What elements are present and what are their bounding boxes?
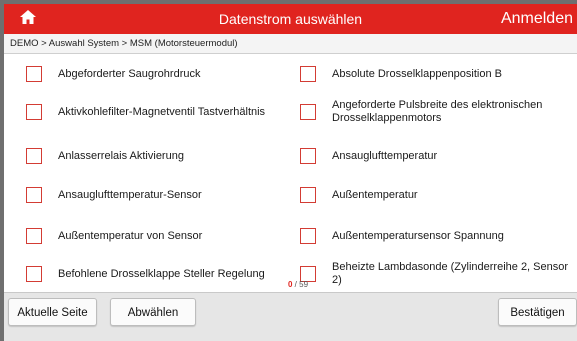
current-page-button[interactable]: Aktuelle Seite [8,298,97,326]
list-item[interactable]: Anlasserrelais Aktivierung [26,139,184,173]
item-label: Außentemperatur [332,188,418,201]
data-stream-list: Abgeforderter Saugrohrdruck Aktivkohlefi… [4,55,577,292]
item-label: Beheizte Lambdasonde (Zylinderreihe 2, S… [332,261,569,286]
list-item[interactable]: Angeforderte Pulsbreite des elektronisch… [300,95,572,129]
selection-counter: 0 / 59 [288,280,308,289]
checkbox[interactable] [26,148,42,164]
login-button[interactable]: Anmelden [501,4,573,34]
checkbox[interactable] [26,187,42,203]
list-item[interactable]: Außentemperatursensor Spannung [300,219,572,253]
item-label: Abgeforderter Saugrohrdruck [58,67,201,80]
deselect-button[interactable]: Abwählen [110,298,196,326]
item-label: Außentemperatursensor Spannung [332,229,504,242]
checkbox[interactable] [300,187,316,203]
list-item[interactable]: Außentemperatur [300,178,572,212]
list-item[interactable]: Abgeforderter Saugrohrdruck [26,57,200,91]
item-label: Ansauglufttemperatur-Sensor [58,188,202,201]
app-screen: Datenstrom auswählen Anmelden DEMO > Aus… [4,4,577,341]
breadcrumb: DEMO > Auswahl System > MSM (Motorsteuer… [4,34,577,54]
checkbox[interactable] [26,228,42,244]
list-item[interactable]: Befohlene Drosselklappe Steller Regelung [26,257,265,291]
item-label: Außentemperatur von Sensor [58,229,203,242]
item-label: Anlasserrelais Aktivierung [58,149,184,162]
item-label: Ansauglufttemperatur [332,149,438,162]
checkbox[interactable] [26,266,42,282]
checkbox[interactable] [26,66,42,82]
checkbox[interactable] [300,104,316,120]
top-bar: Datenstrom auswählen Anmelden [4,4,577,34]
checkbox[interactable] [300,148,316,164]
confirm-button[interactable]: Bestätigen [498,298,577,326]
item-label: Befohlene Drosselklappe Steller Regelung [58,267,265,280]
item-label: Angeforderte Pulsbreite des elektronisch… [332,99,543,124]
total-count: 59 [299,280,309,289]
list-item[interactable]: Ansauglufttemperatur-Sensor [26,178,202,212]
checkbox[interactable] [300,228,316,244]
list-item[interactable]: Absolute Drosselklappenposition B [300,57,572,91]
page-title: Datenstrom auswählen [218,11,363,27]
item-label: Absolute Drosselklappenposition B [332,67,502,80]
checkbox[interactable] [26,104,42,120]
item-label: Aktivkohlefilter-Magnetventil Tastverhäl… [58,105,266,118]
list-item[interactable]: Aktivkohlefilter-Magnetventil Tastverhäl… [26,95,265,129]
bottom-toolbar: Aktuelle Seite Abwählen Bestätigen [4,292,577,341]
checkbox[interactable] [300,66,316,82]
list-item[interactable]: Beheizte Lambdasonde (Zylinderreihe 2, S… [300,257,572,291]
list-item[interactable]: Außentemperatur von Sensor [26,219,202,253]
list-item[interactable]: Ansauglufttemperatur [300,139,572,173]
